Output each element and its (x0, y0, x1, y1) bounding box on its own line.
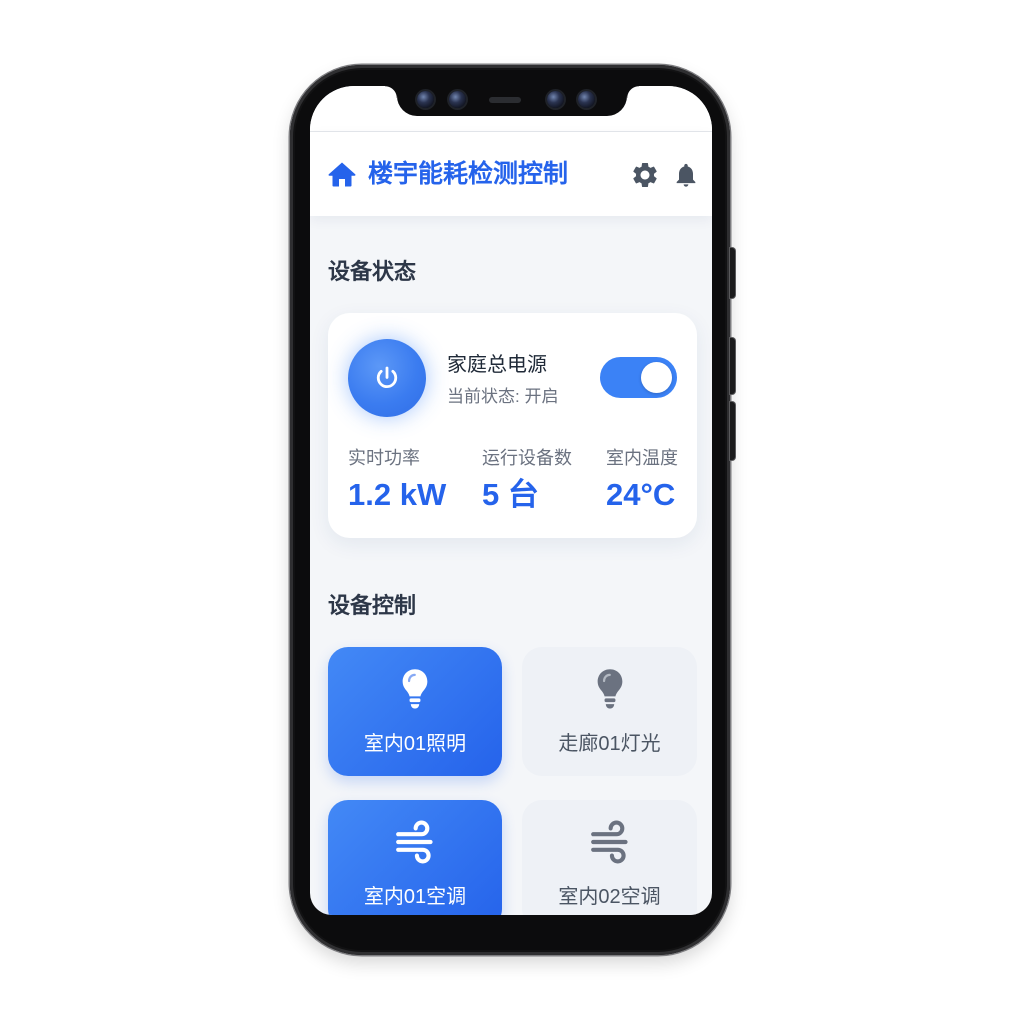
front-camera (449, 91, 466, 108)
stat-realtime-power: 实时功率 1.2 kW (348, 447, 446, 514)
main-power-card: 家庭总电源 当前状态: 开启 实时功率 1.2 kW 运行设备数 5 台 室内温… (328, 313, 697, 538)
main-power-switch[interactable] (600, 357, 677, 398)
side-button (730, 402, 735, 460)
stat-label: 实时功率 (348, 448, 420, 468)
gear-icon[interactable] (630, 160, 660, 190)
section-title-device-status: 设备状态 (328, 259, 417, 284)
device-card-indoor-01-ac[interactable]: 室内01空调 (328, 800, 502, 915)
bell-icon[interactable] (672, 161, 700, 189)
power-icon (373, 364, 401, 392)
device-card-corridor-01-light[interactable]: 走廊01灯光 (522, 647, 697, 776)
phone-screen: 楼宇能耗检测控制 设备状态 家庭总电源 当前状态: 开启 实时功率 1.2 kW… (310, 86, 712, 915)
main-power-status: 当前状态: 开启 (447, 387, 559, 406)
device-card-label: 走廊01灯光 (558, 733, 661, 755)
wind-icon (522, 818, 697, 866)
stat-label: 室内温度 (606, 448, 678, 468)
stat-value: 1.2 kW (348, 477, 447, 512)
section-title-device-control: 设备控制 (328, 593, 417, 618)
device-card-indoor-02-ac[interactable]: 室内02空调 (522, 800, 697, 915)
side-button (730, 338, 735, 394)
device-card-label: 室内02空调 (558, 886, 661, 908)
page-title: 楼宇能耗检测控制 (368, 160, 569, 188)
phone-frame: 楼宇能耗检测控制 设备状态 家庭总电源 当前状态: 开启 实时功率 1.2 kW… (290, 65, 735, 955)
device-card-label: 室内01照明 (363, 733, 467, 755)
front-camera (417, 91, 434, 108)
home-icon (327, 160, 357, 188)
wind-icon (328, 818, 502, 866)
stat-label: 运行设备数 (482, 448, 572, 468)
front-camera (578, 91, 595, 108)
stat-value: 5 台 (482, 477, 539, 512)
switch-knob (641, 362, 672, 393)
phone-notch (385, 85, 639, 116)
lightbulb-icon (522, 665, 697, 713)
stat-value: 24°C (606, 477, 676, 512)
device-grid: 室内01照明 走廊01灯光 室内01空调 室内02空调 (328, 647, 697, 915)
main-power-name: 家庭总电源 (447, 354, 547, 376)
earpiece-speaker (489, 97, 521, 103)
lightbulb-icon (328, 665, 502, 713)
side-button (730, 248, 735, 298)
front-camera (547, 91, 564, 108)
device-card-indoor-01-lighting[interactable]: 室内01照明 (328, 647, 502, 776)
device-card-label: 室内01空调 (363, 886, 467, 908)
main-power-button[interactable] (348, 339, 426, 417)
app-header: 楼宇能耗检测控制 (310, 132, 712, 216)
stat-indoor-temperature: 室内温度 24°C (606, 447, 678, 514)
stat-running-devices: 运行设备数 5 台 (482, 447, 572, 514)
